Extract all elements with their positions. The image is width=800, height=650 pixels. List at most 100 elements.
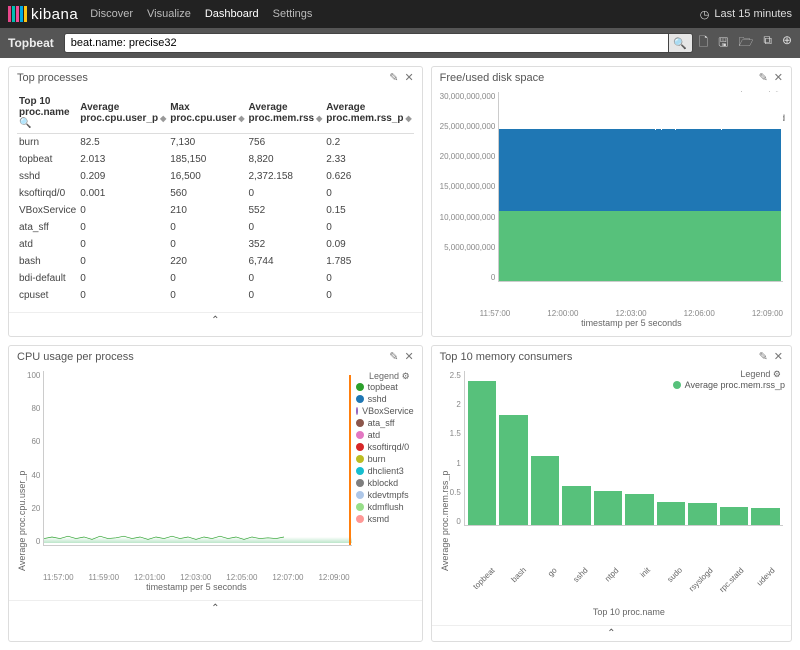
col-mem-rss[interactable]: Average proc.mem.rss◆ bbox=[247, 92, 325, 134]
legend-item[interactable]: kblockd bbox=[356, 478, 414, 488]
close-icon[interactable]: ✕ bbox=[774, 350, 783, 363]
cell-name: bash bbox=[17, 253, 78, 270]
sort-icon: ◆ bbox=[316, 114, 322, 123]
table-row[interactable]: VBoxService02105520.15 bbox=[17, 202, 414, 219]
table-row[interactable]: burn82.57,1307560.2 bbox=[17, 134, 414, 152]
legend-item[interactable]: sshd bbox=[356, 394, 414, 404]
bar-init[interactable] bbox=[625, 494, 654, 525]
cell-cpu_user: 220 bbox=[168, 253, 246, 270]
swatch-icon bbox=[356, 383, 364, 391]
share-dashboard-icon[interactable]: ⧉ bbox=[763, 33, 772, 54]
legend-item[interactable]: ata_sff bbox=[356, 418, 414, 428]
table-row[interactable]: bdi-default0000 bbox=[17, 270, 414, 287]
col-proc-name[interactable]: Top 10 proc.name🔍 bbox=[17, 92, 78, 134]
legend-item[interactable]: burn bbox=[356, 454, 414, 464]
cell-cpu_user_p: 0.001 bbox=[78, 185, 168, 202]
panel-collapse-button[interactable]: ⌃ bbox=[9, 312, 422, 328]
query-input-group: 🔍 bbox=[64, 33, 693, 53]
cell-name: burn bbox=[17, 134, 78, 152]
query-bar: Topbeat 🔍 🗋 🖫 🗁 ⧉ ⊕ bbox=[0, 28, 800, 58]
table-row[interactable]: cpuset0000 bbox=[17, 287, 414, 304]
bar-bash[interactable] bbox=[499, 415, 528, 525]
bar-rpc.statd[interactable] bbox=[720, 507, 749, 525]
legend-item[interactable]: atd bbox=[356, 430, 414, 440]
table-row[interactable]: sshd0.20916,5002,372.1580.626 bbox=[17, 168, 414, 185]
cpu-line-chart[interactable]: Average proc.cpu.user_p 100806040200 Leg… bbox=[17, 371, 414, 571]
bar-ntpd[interactable] bbox=[594, 491, 623, 525]
close-icon[interactable]: ✕ bbox=[774, 71, 783, 84]
swatch-icon bbox=[356, 395, 364, 403]
save-dashboard-icon[interactable]: 🖫 bbox=[718, 33, 728, 54]
nav-dashboard[interactable]: Dashboard bbox=[205, 8, 259, 20]
legend-item[interactable]: ksoftirqd/0 bbox=[356, 442, 414, 452]
col-cpu-user-p[interactable]: Average proc.cpu.user_p◆ bbox=[78, 92, 168, 134]
close-icon[interactable]: ✕ bbox=[404, 350, 413, 363]
edit-icon[interactable]: ✎ bbox=[759, 71, 768, 84]
bar-sshd[interactable] bbox=[562, 486, 591, 525]
panel-collapse-button[interactable]: ⌃ bbox=[432, 625, 791, 641]
legend-item[interactable]: VBoxService bbox=[356, 406, 414, 416]
cell-mem_rss: 0 bbox=[247, 287, 325, 304]
legend-item[interactable]: kdmflush bbox=[356, 502, 414, 512]
cell-cpu_user_p: 0 bbox=[78, 202, 168, 219]
y-axis: 100806040200 bbox=[27, 371, 43, 546]
cell-cpu_user_p: 0 bbox=[78, 270, 168, 287]
legend-item[interactable]: kdevtmpfs bbox=[356, 490, 414, 500]
cell-cpu_user_p: 0 bbox=[78, 236, 168, 253]
cell-mem_rss_p: 0.15 bbox=[324, 202, 413, 219]
table-row[interactable]: ata_sff0000 bbox=[17, 219, 414, 236]
col-cpu-user[interactable]: Max proc.cpu.user◆ bbox=[168, 92, 246, 134]
chevron-up-icon: ⌃ bbox=[607, 628, 615, 639]
cpu-legend[interactable]: Legend ⚙ topbeatsshdVBoxServiceata_sffat… bbox=[352, 371, 414, 571]
open-dashboard-icon[interactable]: 🗁 bbox=[738, 33, 753, 54]
time-picker[interactable]: ◷ Last 15 minutes bbox=[700, 8, 792, 21]
cell-cpu_user_p: 0 bbox=[78, 219, 168, 236]
disk-area-chart[interactable]: 30,000,000,00025,000,000,00020,000,000,0… bbox=[440, 92, 783, 307]
nav-settings[interactable]: Settings bbox=[273, 8, 313, 20]
gear-icon[interactable]: ⚙ bbox=[773, 369, 781, 379]
plot-area[interactable] bbox=[498, 92, 783, 282]
bar-rsyslogd[interactable] bbox=[688, 503, 717, 525]
legend-item[interactable]: topbeat bbox=[356, 382, 414, 392]
cell-mem_rss: 0 bbox=[247, 185, 325, 202]
query-input[interactable] bbox=[64, 33, 669, 53]
bar-topbeat[interactable] bbox=[468, 381, 497, 525]
mem-legend[interactable]: Legend ⚙ Average proc.mem.rss_p bbox=[671, 367, 787, 394]
swatch-icon bbox=[356, 443, 364, 451]
plot-area[interactable] bbox=[464, 371, 783, 526]
bar-udevd[interactable] bbox=[751, 508, 780, 525]
new-dashboard-icon[interactable]: 🗋 bbox=[699, 33, 709, 54]
brand-logo[interactable]: kibana bbox=[8, 4, 78, 24]
edit-icon[interactable]: ✎ bbox=[389, 71, 398, 84]
mem-bar-chart[interactable]: Average proc.mem.rss_p 2.521.510.50 bbox=[440, 371, 783, 571]
cell-name: sshd bbox=[17, 168, 78, 185]
col-mem-rss-p[interactable]: Average proc.mem.rss_p◆ bbox=[324, 92, 413, 134]
y-axis: 30,000,000,00025,000,000,00020,000,000,0… bbox=[440, 92, 499, 282]
query-search-button[interactable]: 🔍 bbox=[669, 33, 693, 53]
gear-icon[interactable]: ⚙ bbox=[402, 371, 410, 381]
plot-area[interactable] bbox=[43, 371, 351, 546]
table-row[interactable]: topbeat2.013185,1508,8202.33 bbox=[17, 151, 414, 168]
add-panel-icon[interactable]: ⊕ bbox=[782, 33, 792, 54]
edit-icon[interactable]: ✎ bbox=[389, 350, 398, 363]
cell-mem_rss: 552 bbox=[247, 202, 325, 219]
cell-cpu_user: 7,130 bbox=[168, 134, 246, 152]
panel-title: Top 10 memory consumers bbox=[440, 351, 759, 363]
chevron-up-icon: ⌃ bbox=[211, 315, 219, 326]
edit-icon[interactable]: ✎ bbox=[759, 350, 768, 363]
legend-item[interactable]: dhclient3 bbox=[356, 466, 414, 476]
table-row[interactable]: bash02206,7441.785 bbox=[17, 253, 414, 270]
cell-cpu_user: 185,150 bbox=[168, 151, 246, 168]
nav-discover[interactable]: Discover bbox=[90, 8, 133, 20]
x-axis: 11:57:0011:59:0012:01:0012:03:0012:05:00… bbox=[17, 571, 414, 582]
panel-collapse-button[interactable]: ⌃ bbox=[9, 600, 422, 616]
swatch-icon bbox=[356, 515, 364, 523]
bar-go[interactable] bbox=[531, 456, 560, 525]
table-row[interactable]: atd003520.09 bbox=[17, 236, 414, 253]
bar-sudo[interactable] bbox=[657, 502, 686, 525]
cell-mem_rss_p: 0.626 bbox=[324, 168, 413, 185]
nav-visualize[interactable]: Visualize bbox=[147, 8, 191, 20]
close-icon[interactable]: ✕ bbox=[404, 71, 413, 84]
table-row[interactable]: ksoftirqd/00.00156000 bbox=[17, 185, 414, 202]
legend-item[interactable]: ksmd bbox=[356, 514, 414, 524]
